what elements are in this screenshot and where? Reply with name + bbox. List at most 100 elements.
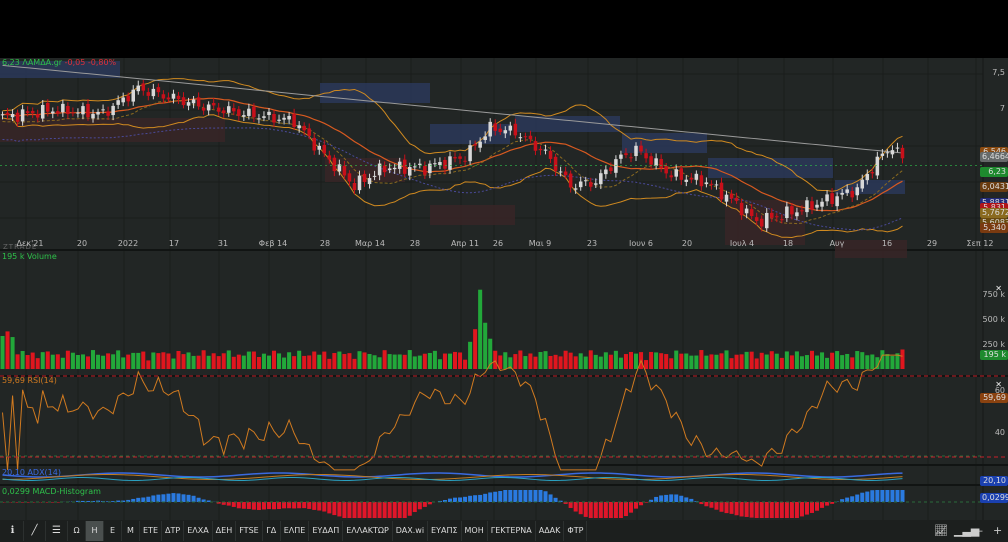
- candle: [609, 167, 613, 172]
- candle: [382, 165, 387, 173]
- draw-line-button[interactable]: ╱: [24, 521, 46, 541]
- price-tag: 6,4664: [980, 152, 1008, 162]
- volume-bar: [65, 350, 70, 369]
- candle: [392, 167, 397, 170]
- candle: [156, 87, 161, 93]
- x-axis-label: Ιουν 6: [629, 239, 653, 248]
- toolbar-symbol-button[interactable]: ΕΛΠΕ: [281, 521, 310, 541]
- volume-bar: [860, 352, 865, 369]
- volume-bar: [141, 351, 146, 369]
- toolbar-symbol-button[interactable]: ΔΕΗ: [213, 521, 237, 541]
- candle: [216, 107, 221, 112]
- toolbar-symbol-button[interactable]: ΕΤΕ: [140, 521, 162, 541]
- macd-bar: [468, 495, 473, 502]
- candle: [15, 112, 20, 122]
- toolbar-symbol-button[interactable]: ΕΥΑΠΣ: [428, 521, 462, 541]
- volume-bar: [588, 350, 593, 369]
- candle: [800, 210, 804, 212]
- toolbar-symbol-button[interactable]: ΓΔ: [263, 521, 281, 541]
- candle: [644, 153, 648, 159]
- candle: [30, 110, 35, 114]
- macd-bar: [659, 495, 664, 502]
- volume-bar: [669, 358, 674, 369]
- macd-bar: [503, 490, 508, 502]
- volume-bar: [719, 353, 724, 369]
- macd-bar: [613, 502, 618, 518]
- volume-bar: [45, 351, 50, 369]
- toolbar-symbol-button[interactable]: ΑΔΑΚ: [536, 521, 565, 541]
- chart-area[interactable]: 6,23 ΛΑΜΔΑ.gr -0,05 -0,80% ZTRADE 7,5 7 …: [0, 58, 1008, 520]
- macd-label: 0,0299 MACD-Histogram: [2, 487, 101, 496]
- candle: [302, 125, 306, 131]
- candle: [317, 145, 322, 150]
- volume-bar: [593, 354, 598, 369]
- toolbar-symbol-button[interactable]: ΕΛΛΑΚΤΩΡ: [343, 521, 393, 541]
- toolbar-symbol-button[interactable]: ΓΕΚΤΕΡΝΑ: [488, 521, 536, 541]
- demand-zone: [835, 240, 907, 258]
- macd-bar: [266, 502, 271, 510]
- macd-bar: [709, 502, 714, 508]
- chart-type-button[interactable]: 📈︎: [934, 520, 948, 542]
- candle: [141, 83, 146, 91]
- toolbar-symbol-button[interactable]: ΔΤΡ: [162, 521, 185, 541]
- info-button[interactable]: ℹ: [2, 521, 24, 541]
- toolbar-symbol-button[interactable]: Μ: [122, 521, 140, 541]
- candle: [734, 197, 739, 201]
- candle: [227, 106, 231, 113]
- macd-bar: [422, 502, 427, 507]
- macd-bar: [302, 502, 307, 509]
- candle: [639, 145, 643, 152]
- volume-bar: [563, 350, 568, 369]
- macd-bar: [307, 502, 312, 509]
- candle: [669, 175, 673, 178]
- candle: [342, 165, 347, 176]
- zoom-in-button[interactable]: +: [993, 520, 1002, 542]
- toolbar-symbol-button[interactable]: ΦΤΡ: [564, 521, 588, 541]
- x-axis-label: 23: [586, 239, 598, 248]
- toolbar-symbol-button[interactable]: Η: [86, 521, 104, 541]
- volume-bar: [352, 358, 357, 369]
- x-axis-label: 17: [168, 239, 180, 248]
- volume-bar: [774, 353, 779, 369]
- macd-bar: [674, 494, 679, 502]
- toolbar-symbol-button[interactable]: ΜΟΗ: [462, 521, 488, 541]
- volume-tick: 250 k: [982, 340, 1005, 349]
- volume-bar: [478, 289, 483, 369]
- volume-bar: [302, 355, 307, 369]
- candle: [146, 92, 151, 96]
- candle: [548, 150, 553, 159]
- chart-canvas[interactable]: [0, 58, 1008, 520]
- toolbar-symbol-button[interactable]: FTSE: [236, 521, 263, 541]
- toolbar-symbol-button[interactable]: DAX.wi: [393, 521, 429, 541]
- candle: [272, 113, 276, 123]
- volume-bar: [382, 350, 387, 369]
- toolbar-symbol-button[interactable]: Ω: [68, 521, 86, 541]
- volume-bar: [332, 353, 337, 369]
- zoom-out-button[interactable]: —: [972, 520, 983, 542]
- volume-tick: 500 k: [982, 315, 1005, 324]
- volume-bar: [598, 356, 603, 369]
- macd-bar: [277, 502, 282, 510]
- toolbar-symbol-button[interactable]: ΕΛΧΑ: [184, 521, 213, 541]
- x-axis-label: Φεβ 14: [258, 239, 288, 248]
- candle: [508, 125, 513, 131]
- toolbar-symbol-button[interactable]: ΕΥΔΑΠ: [309, 521, 344, 541]
- toolbar-symbol-button[interactable]: Ε: [104, 521, 122, 541]
- candle: [81, 106, 85, 115]
- candle: [428, 163, 432, 174]
- candle: [870, 172, 875, 174]
- volume-bar: [412, 356, 417, 369]
- candle: [372, 175, 377, 177]
- macd-bar: [784, 502, 789, 518]
- candle: [493, 123, 497, 131]
- macd-bar: [483, 493, 488, 502]
- candle: [131, 89, 135, 102]
- volume-bar: [171, 358, 176, 369]
- macd-bar: [478, 494, 483, 502]
- candle: [744, 208, 749, 214]
- lines-button[interactable]: ☰: [46, 521, 68, 541]
- volume-bar: [809, 350, 814, 369]
- volume-bar: [131, 352, 136, 369]
- macd-bar: [392, 502, 397, 518]
- macd-bar: [583, 502, 588, 517]
